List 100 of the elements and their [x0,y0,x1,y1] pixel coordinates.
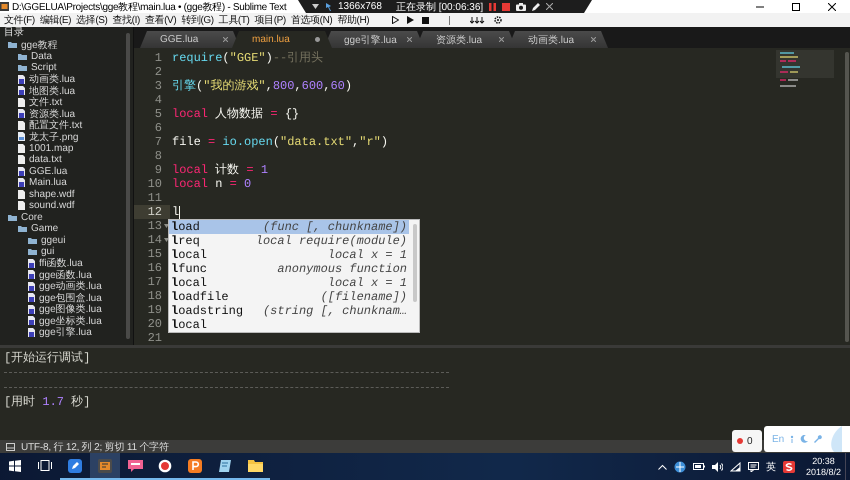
completion-item[interactable]: loadfile ([filename]) [169,290,409,304]
play-outline-icon[interactable] [392,16,400,24]
notification-icon[interactable] [748,462,759,472]
file-item[interactable]: 地图类.lua [0,85,133,96]
lua-file-icon [18,178,25,188]
sidebar-title: 目录 [3,27,25,39]
line-number: 9 [154,163,162,177]
file-item[interactable]: 文件.txt [0,96,133,108]
folder-item[interactable]: gge教程 [0,39,133,50]
menu-item[interactable]: 选择(S) [74,13,110,27]
camera-icon[interactable] [516,2,526,10]
menu-item[interactable]: 工具(T) [216,13,252,27]
line-number: 16 [146,261,162,275]
file-item[interactable]: ffi函数.lua [0,258,133,269]
file-item[interactable]: gge包围盒.lua [0,292,133,304]
record-icon [158,458,172,472]
line-number: 1 [154,51,162,65]
status-text: UTF-8, 行 12, 列 2; 剪切 11 个字符 [21,440,169,454]
menu-item[interactable]: 查看(V) [142,13,178,27]
line-number: 5 [154,107,162,121]
unsaved-dot-icon[interactable] [315,37,320,42]
file-item[interactable]: 1001.map [0,142,133,154]
code-line: local 人物数据 = {} [172,107,300,121]
panel-icon[interactable] [6,442,15,450]
pause-icon[interactable] [489,2,496,10]
input-language[interactable]: 英 [766,460,776,474]
down-arrows-icon[interactable] [470,16,486,24]
globe-icon[interactable] [674,460,686,472]
battery-icon[interactable] [692,462,705,471]
code-line: 引擎("我的游戏",800,600,60) [172,79,352,93]
fold-icon[interactable] [164,238,168,242]
scrollbar[interactable] [413,224,417,302]
stop-icon[interactable] [422,16,430,24]
line-number: 21 [146,331,162,345]
file-item[interactable]: gge图像类.lua [0,304,133,315]
folder-item[interactable]: gui [0,246,133,258]
menu-item[interactable]: 编辑(E) [38,13,74,27]
folder-item[interactable]: ggeui [0,234,133,246]
line-number: 17 [146,275,162,289]
menu-item[interactable]: 项目(P) [252,13,288,27]
file-item[interactable]: 配置文件.txt [0,120,133,131]
file-item[interactable]: shape.wdf [0,188,133,200]
menu-item[interactable]: 帮助(H) [335,13,372,27]
menu-item[interactable]: 文件(F) [2,13,37,27]
lua-file-icon [28,304,35,314]
notepad-icon [218,458,232,472]
folder-item[interactable]: Game [0,223,133,234]
completion-item[interactable]: local local x = 1 [169,248,409,262]
recording-status: 正在录制 [00:06:36] [396,0,484,14]
completion-item[interactable]: loadstring (string [, chunknam… [169,304,409,318]
fold-icon[interactable] [164,224,168,228]
clock-date[interactable]: 2018/8/2 [806,466,841,478]
line-number: 15 [146,247,162,261]
line-number: 8 [154,149,162,163]
wifi-icon[interactable] [730,462,741,472]
file-item[interactable]: gge动画类.lua [0,280,133,292]
file-item[interactable]: gge函数.lua [0,269,133,280]
lua-file-icon [28,316,35,326]
file-item[interactable]: gge坐标类.lua [0,315,133,326]
file-item[interactable]: 动画类.lua [0,74,133,85]
completion-item[interactable]: local local x = 1 [169,276,409,290]
app-icon [0,2,9,11]
menu-item[interactable]: 转到(G) [179,13,216,27]
scrollbar[interactable] [126,33,130,339]
lua-file-icon [28,270,35,280]
lua-file-icon [28,258,35,268]
speaker-icon[interactable] [712,462,723,472]
caret-icon[interactable] [312,4,319,9]
completion-item[interactable]: lreq local require(module) [169,234,409,248]
menu-item[interactable]: 首选项(N) [288,13,334,27]
clock-time[interactable]: 20:38 [812,456,835,466]
chevron-up-icon[interactable] [658,464,667,470]
file-item[interactable]: sound.wdf [0,200,133,212]
folder-item[interactable]: Script [0,62,133,74]
line-number: 10 [146,177,162,191]
tab[interactable]: main.lua [232,31,332,48]
maximize-icon[interactable] [792,2,800,10]
code-line: local 计数 = 1 [172,163,268,177]
file-item[interactable]: GGE.lua [0,166,133,177]
file-item[interactable]: 资源类.lua [0,108,133,120]
close-icon[interactable] [546,3,554,10]
folder-item[interactable]: Core [0,212,133,223]
completion-item[interactable]: load (func [, chunkname]) [169,220,409,234]
lua-file-icon [18,74,25,84]
play-icon[interactable] [407,16,414,24]
file-item[interactable]: 龙太子.png [0,131,133,142]
scrollbar[interactable] [845,52,849,342]
line-number: 11 [146,191,162,205]
completion-item[interactable]: local [169,318,409,332]
code-editor-icon [98,458,112,472]
file-item[interactable]: data.txt [0,154,133,166]
console-line: [用时 1.7 秒] [4,394,92,409]
file-item[interactable]: Main.lua [0,177,133,188]
file-item[interactable]: gge引擎.lua [0,326,133,338]
close-icon[interactable] [828,2,836,10]
menu-item[interactable]: 查找(I) [110,13,142,27]
pen-icon[interactable] [532,2,540,10]
folder-item[interactable]: Data [0,50,133,62]
settings-icon[interactable] [494,16,502,24]
completion-item[interactable]: lfunc anonymous function [169,262,409,276]
